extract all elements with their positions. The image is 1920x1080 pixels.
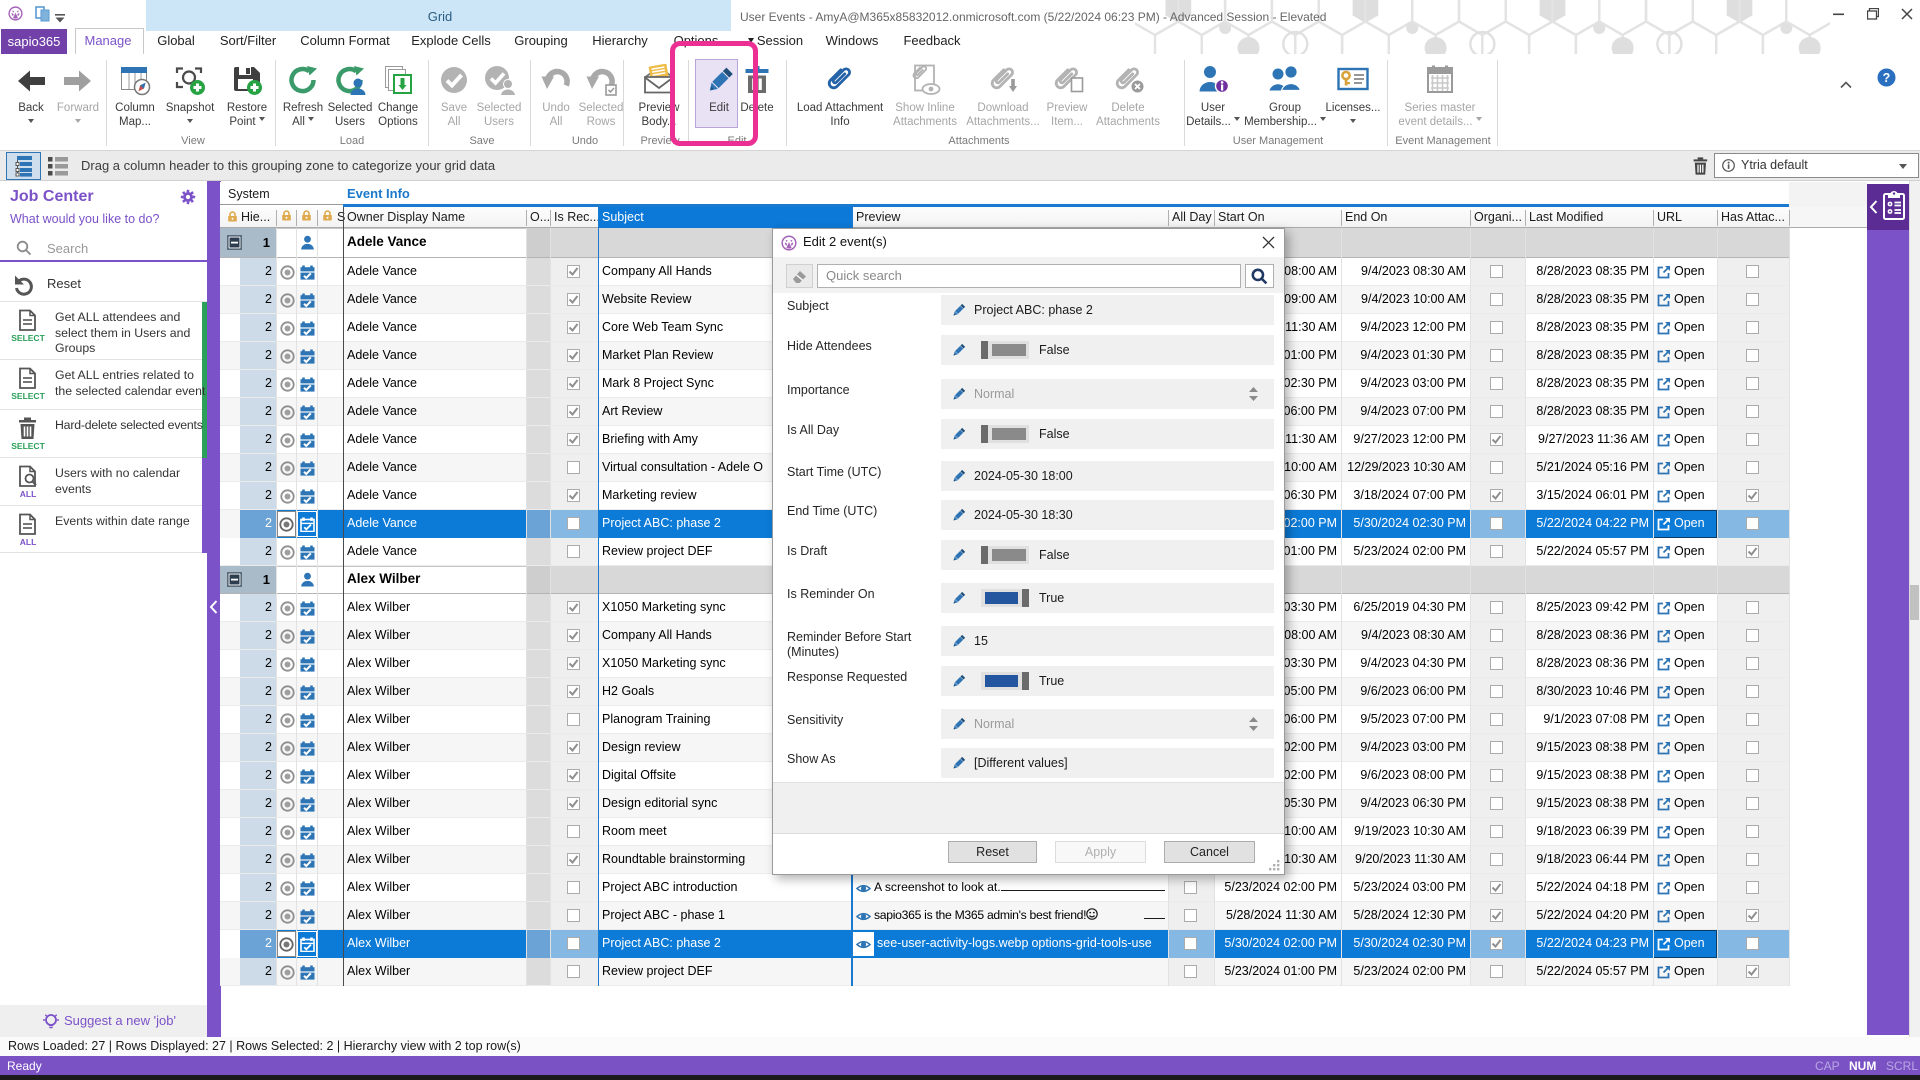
svg-text:?: ? (1883, 71, 1891, 85)
